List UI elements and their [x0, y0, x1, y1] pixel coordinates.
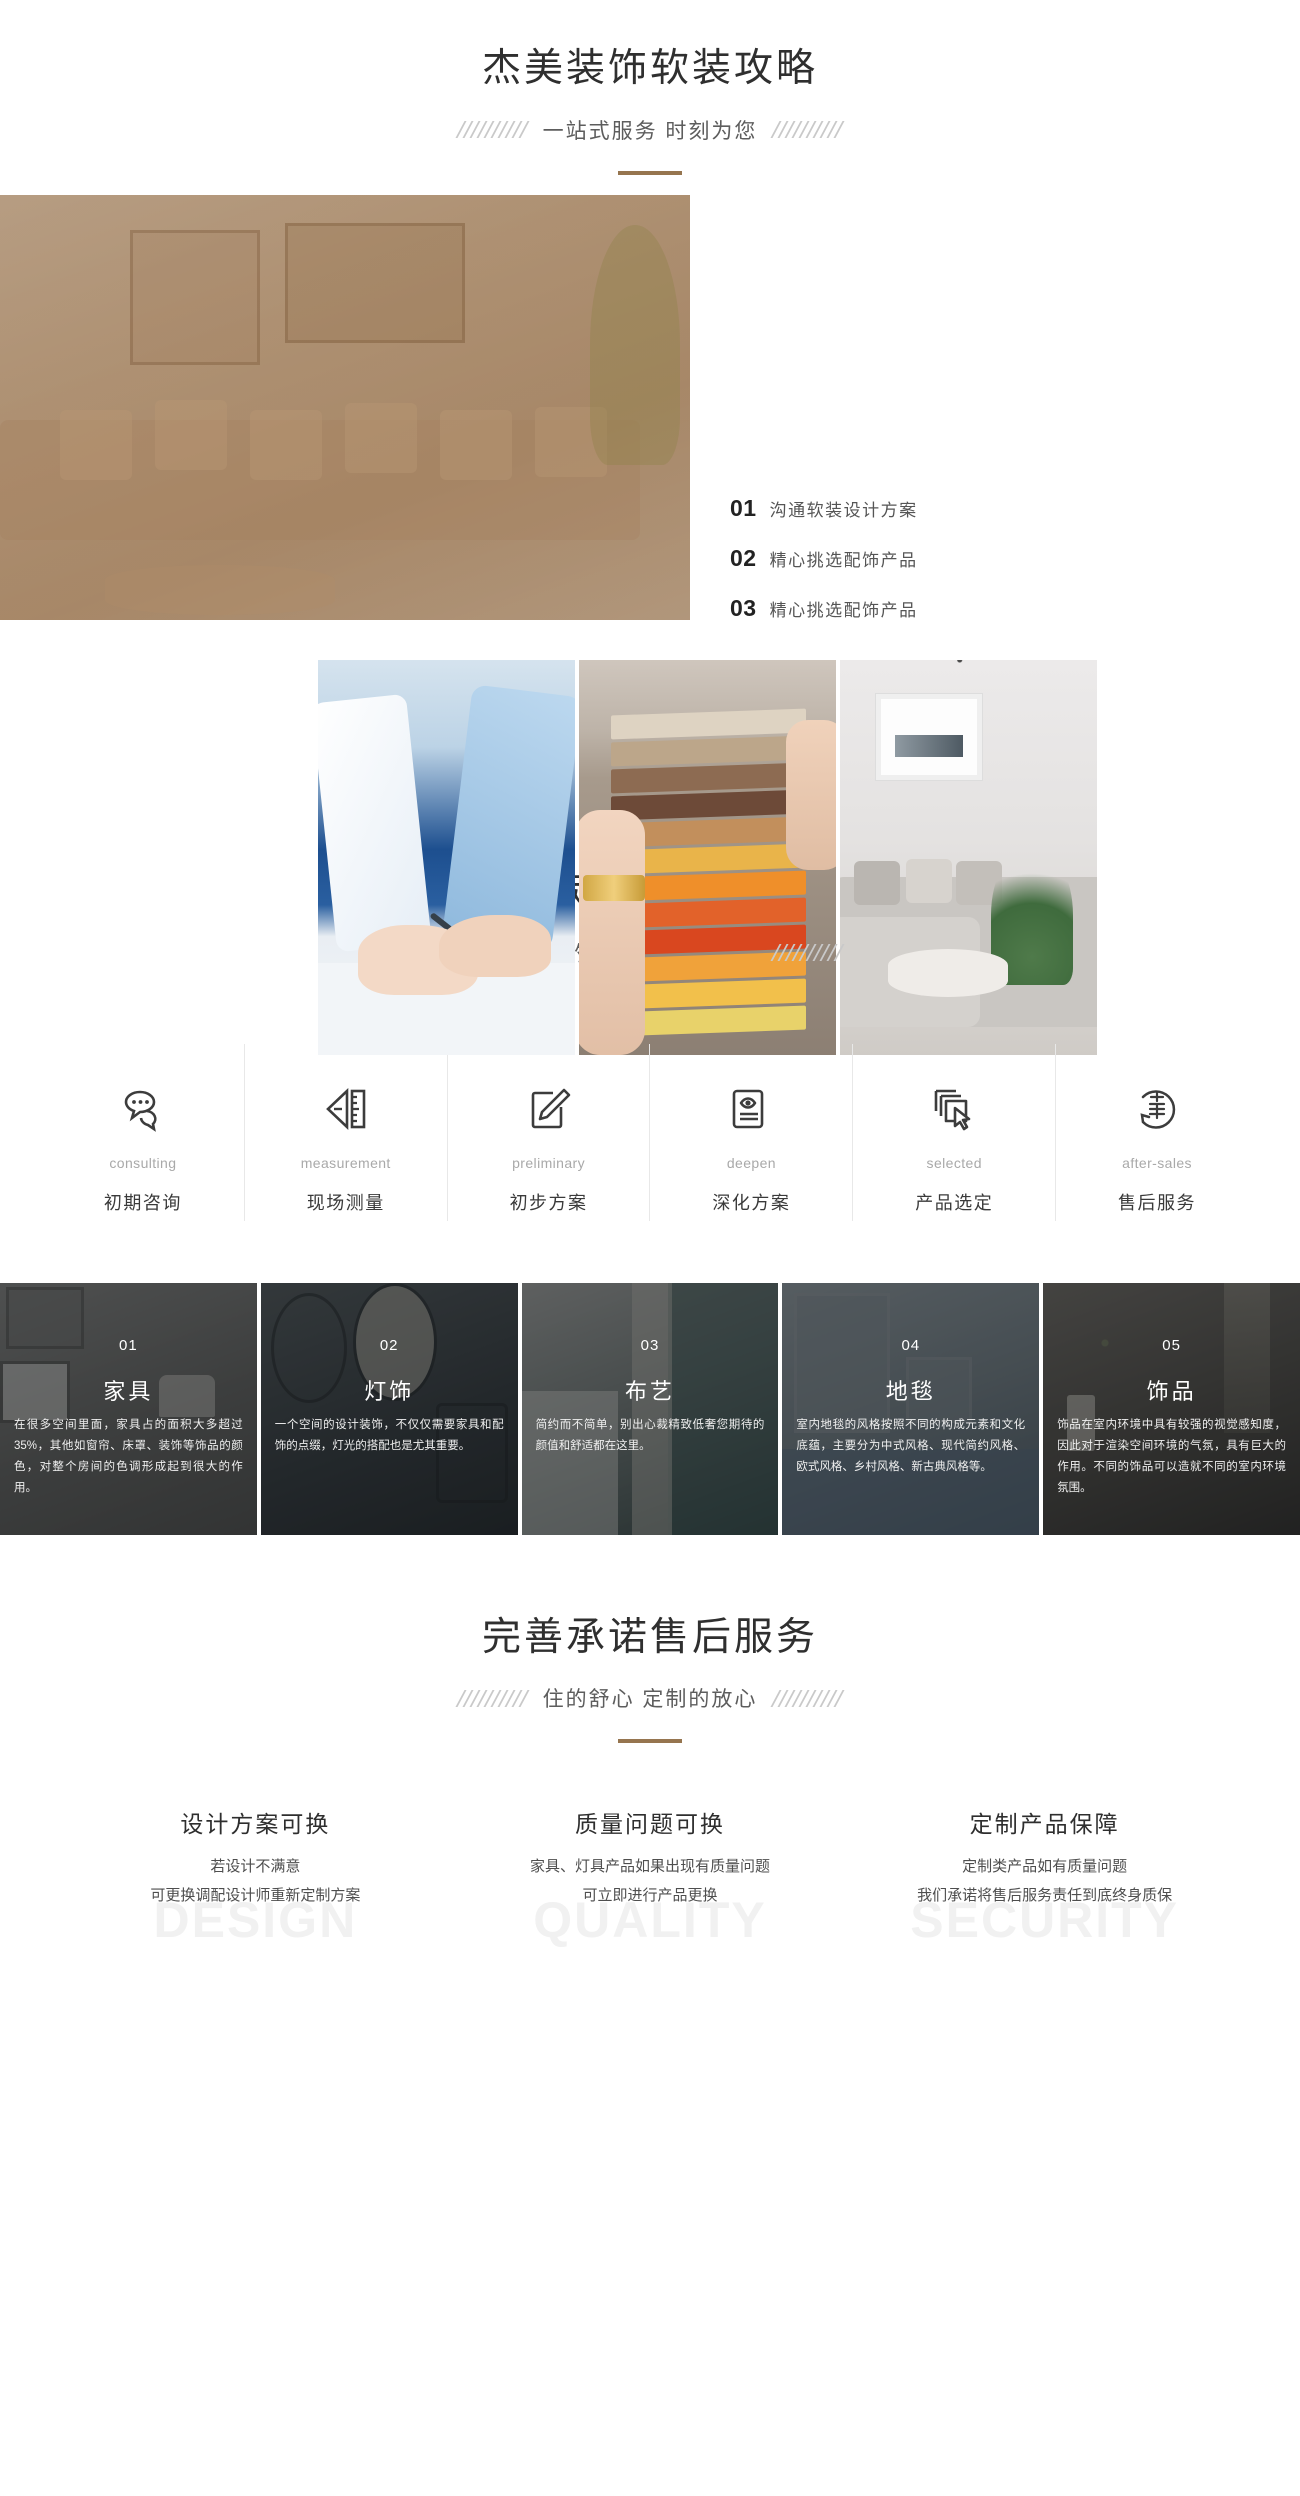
process-step-cn: 深化方案 [712, 1192, 791, 1213]
heading-rule [618, 1739, 682, 1744]
slash-decoration-left [455, 1689, 530, 1707]
process-step-cn: 初步方案 [509, 1192, 588, 1213]
process-step-cn: 初期咨询 [103, 1192, 182, 1213]
guarantee-column-quality: 质量问题可换 家具、灯具产品如果出现有质量问题 可立即进行产品更换 QUALIT… [453, 1805, 848, 1948]
guarantee-title: 质量问题可换 [575, 1811, 725, 1838]
process-step-en: consulting [109, 1154, 177, 1171]
guarantee-column-design: 设计方案可换 若设计不满意 可更换调配设计师重新定制方案 DESIGN [58, 1805, 453, 1948]
chat-bubbles-icon [46, 1078, 240, 1140]
card-description: 一个空间的设计装饰，不仅仅需要家具和配饰的点缀，灯光的搭配也是尤其重要。 [274, 1418, 504, 1452]
hero-step-item: 03 精心挑选配饰产品 [730, 595, 918, 622]
layers-cursor-icon [857, 1078, 1051, 1140]
process-step-en: selected [926, 1154, 982, 1171]
category-card-row: 01 家具 在很多空间里面，家具占的面积大多超过35%，其他如窗帘、床罩、装饰等… [0, 1282, 1300, 1535]
process-step-en: preliminary [512, 1154, 585, 1171]
card-number: 05 [1162, 1336, 1181, 1354]
card-description: 在很多空间里面，家具占的面积大多超过35%，其他如窗帘、床罩、装饰等饰品的颜色，… [14, 1418, 243, 1495]
ruler-icon [249, 1078, 443, 1140]
hero-subtitle-row: 一站式服务 时刻为您 [0, 115, 1300, 145]
aftersales-heading: 完善承诺售后服务 住的舒心 定制的放心 [0, 1535, 1300, 1744]
guarantee-watermark: DESIGN [153, 1892, 358, 1949]
hero-subtitle: 一站式服务 时刻为您 [542, 119, 758, 143]
step-number: 01 [730, 494, 757, 521]
process-step-cn: 现场测量 [306, 1192, 385, 1213]
slash-decoration-left [455, 121, 530, 139]
category-card-decor[interactable]: 05 饰品 饰品在室内环境中具有较强的视觉感知度，因此对于渲染空间环境的气氛，具… [1043, 1282, 1300, 1535]
guarantee-line-1: 家具、灯具产品如果出现有质量问题 [530, 1858, 771, 1876]
guarantee-line-1: 定制类产品如有质量问题 [962, 1858, 1128, 1876]
step-label: 精心挑选配饰产品 [769, 550, 918, 570]
step-label: 精心挑选配饰产品 [769, 600, 918, 620]
aftersales-subtitle: 住的舒心 定制的放心 [542, 1688, 758, 1712]
card-title: 灯饰 [364, 1378, 415, 1404]
guarantee-row: 设计方案可换 若设计不满意 可更换调配设计师重新定制方案 DESIGN 质量问题… [58, 1805, 1242, 1948]
card-title: 布艺 [624, 1378, 675, 1404]
card-description: 室内地毯的风格按照不同的构成元素和文化底蕴，主要分为中式风格、现代简约风格、欧式… [796, 1418, 1026, 1474]
category-card-fabric[interactable]: 03 布艺 简约而不简单，别出心裁精致低奢您期待的颜值和舒适都在这里。 [521, 1282, 779, 1535]
category-card-carpet[interactable]: 04 地毯 室内地毯的风格按照不同的构成元素和文化底蕴，主要分为中式风格、现代简… [782, 1282, 1040, 1535]
hero-step-list: 01 沟通软装设计方案 02 精心挑选配饰产品 03 精心挑选配饰产品 [730, 495, 918, 645]
hero-photo-strip [318, 659, 1097, 1055]
step-number: 03 [730, 594, 757, 621]
card-number: 01 [119, 1336, 138, 1354]
process-step-measurement[interactable]: measurement 现场测量 [243, 1043, 447, 1221]
step-label: 沟通软装设计方案 [769, 500, 918, 520]
process-step-selected[interactable]: selected 产品选定 [852, 1043, 1055, 1221]
category-card-lighting[interactable]: 02 灯饰 一个空间的设计装饰，不仅仅需要家具和配饰的点缀，灯光的搭配也是尤其重… [260, 1282, 518, 1535]
hero-background-image [0, 194, 690, 620]
process-step-en: measurement [300, 1154, 391, 1171]
card-description: 简约而不简单，别出心裁精致低奢您期待的颜值和舒适都在这里。 [535, 1418, 765, 1452]
pencil-note-icon [452, 1078, 646, 1140]
hero-heading: 杰美装饰软装攻略 一站式服务 时刻为您 [0, 0, 1300, 175]
process-step-en: deepen [726, 1154, 776, 1171]
process-step-consulting[interactable]: consulting 初期咨询 [42, 1044, 244, 1221]
hero-photo-consultation [318, 659, 575, 1055]
process-step-cn: 产品选定 [915, 1192, 994, 1213]
guarantee-column-security: 定制产品保障 定制类产品如有质量问题 我们承诺将售后服务责任到底终身质保 SEC… [847, 1805, 1242, 1948]
category-card-furniture[interactable]: 01 家具 在很多空间里面，家具占的面积大多超过35%，其他如窗帘、床罩、装饰等… [0, 1282, 257, 1535]
process-steps-row: consulting 初期咨询 measurement 现场测量 prelimi… [42, 1043, 1258, 1221]
hero-step-item: 01 沟通软装设计方案 [730, 495, 918, 522]
process-step-cn: 售后服务 [1118, 1192, 1197, 1213]
slash-decoration-right [770, 1689, 845, 1707]
guarantee-title: 定制产品保障 [969, 1811, 1120, 1838]
hero-photo-fabric-swatches [579, 659, 836, 1055]
card-title: 饰品 [1146, 1378, 1197, 1404]
process-step-deepen[interactable]: deepen 深化方案 [649, 1043, 852, 1221]
hero-section: 01 沟通软装设计方案 02 精心挑选配饰产品 03 精心挑选配饰产品 [0, 175, 1300, 1055]
hero-step-item: 02 精心挑选配饰产品 [730, 545, 918, 572]
card-number: 02 [379, 1336, 399, 1354]
hero-photo-living-room [840, 659, 1097, 1055]
page-title: 杰美装饰软装攻略 [481, 47, 818, 90]
card-title: 家具 [103, 1378, 154, 1404]
card-description: 饰品在室内环境中具有较强的视觉感知度，因此对于渲染空间环境的气氛，具有巨大的作用… [1057, 1418, 1286, 1495]
guarantee-title: 设计方案可换 [180, 1811, 331, 1838]
guarantee-line-1: 若设计不满意 [210, 1858, 301, 1876]
aftersales-title: 完善承诺售后服务 [481, 1615, 818, 1659]
card-title: 地毯 [885, 1378, 936, 1404]
aftersales-subtitle-row: 住的舒心 定制的放心 [0, 1683, 1300, 1713]
process-step-preliminary[interactable]: preliminary 初步方案 [446, 1043, 650, 1221]
card-number: 04 [901, 1336, 921, 1354]
guarantee-watermark: QUALITY [533, 1892, 767, 1949]
process-step-en: after-sales [1122, 1154, 1192, 1171]
after-sales-icon [1060, 1078, 1254, 1140]
card-number: 03 [640, 1336, 660, 1354]
guarantee-watermark: SECURITY [910, 1892, 1180, 1949]
process-step-after-sales[interactable]: after-sales 售后服务 [1055, 1043, 1258, 1221]
step-number: 02 [730, 544, 757, 571]
eye-document-icon [654, 1078, 848, 1140]
slash-decoration-right [770, 121, 845, 139]
